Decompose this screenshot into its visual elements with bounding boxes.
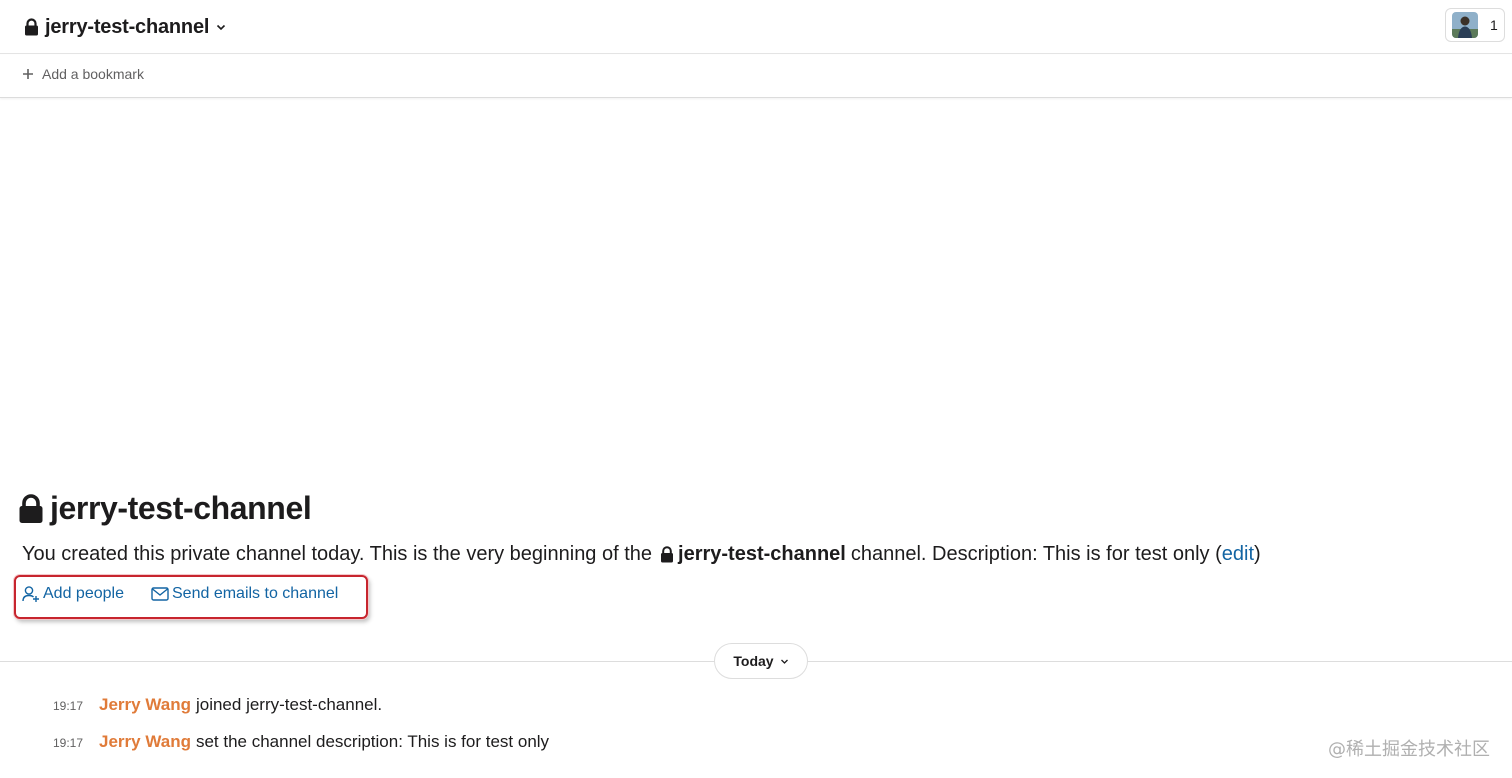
message-timestamp[interactable]: 19:17: [53, 736, 99, 750]
add-bookmark-label: Add a bookmark: [42, 66, 144, 82]
send-emails-label: Send emails to channel: [172, 585, 339, 602]
intro-desc-channel-name: jerry-test-channel: [678, 543, 846, 565]
list-item: 19:17 Jerry Wang joined jerry-test-chann…: [53, 695, 382, 715]
date-divider-label: Today: [733, 653, 774, 669]
add-people-button[interactable]: Add people: [22, 585, 124, 603]
chevron-down-icon: [780, 659, 788, 664]
member-count: 1: [1490, 17, 1498, 33]
channel-name-button[interactable]: jerry-test-channel: [24, 13, 227, 41]
lock-icon: [25, 18, 38, 36]
members-button[interactable]: 1: [1445, 8, 1505, 42]
intro-channel-name: jerry-test-channel: [50, 490, 312, 526]
message-author[interactable]: Jerry Wang: [99, 732, 191, 752]
lock-icon: [661, 546, 674, 563]
message-text: joined jerry-test-channel.: [195, 695, 383, 714]
intro-title: jerry-test-channel: [18, 490, 312, 527]
message-timestamp[interactable]: 19:17: [53, 699, 99, 713]
watermark: @稀土掘金技术社区: [1328, 739, 1490, 760]
email-icon: [151, 587, 169, 601]
plus-icon: [23, 69, 33, 79]
send-emails-button[interactable]: Send emails to channel: [151, 585, 338, 603]
add-person-icon: [22, 586, 39, 602]
intro-desc-close: ): [1254, 543, 1261, 565]
message-text: set the channel description: This is for…: [195, 732, 550, 751]
add-people-label: Add people: [43, 585, 124, 602]
edit-description-link[interactable]: edit: [1222, 543, 1254, 566]
add-bookmark-button[interactable]: Add a bookmark: [22, 66, 144, 82]
date-divider-button[interactable]: Today: [714, 643, 808, 679]
intro-desc-prefix: You created this private channel today. …: [22, 543, 653, 565]
bookmark-bar: Add a bookmark: [0, 55, 1512, 98]
channel-title: jerry-test-channel: [45, 15, 210, 38]
list-item: 19:17 Jerry Wang set the channel descrip…: [53, 732, 549, 752]
intro-desc-suffix: channel. Description: This is for test o…: [850, 543, 1222, 565]
message-author[interactable]: Jerry Wang: [99, 695, 191, 715]
channel-header: jerry-test-channel 1: [0, 0, 1512, 54]
lock-icon: [19, 493, 43, 523]
intro-description: You created this private channel today. …: [22, 543, 1261, 566]
chevron-down-icon: [217, 24, 226, 31]
avatar: [1452, 12, 1478, 38]
